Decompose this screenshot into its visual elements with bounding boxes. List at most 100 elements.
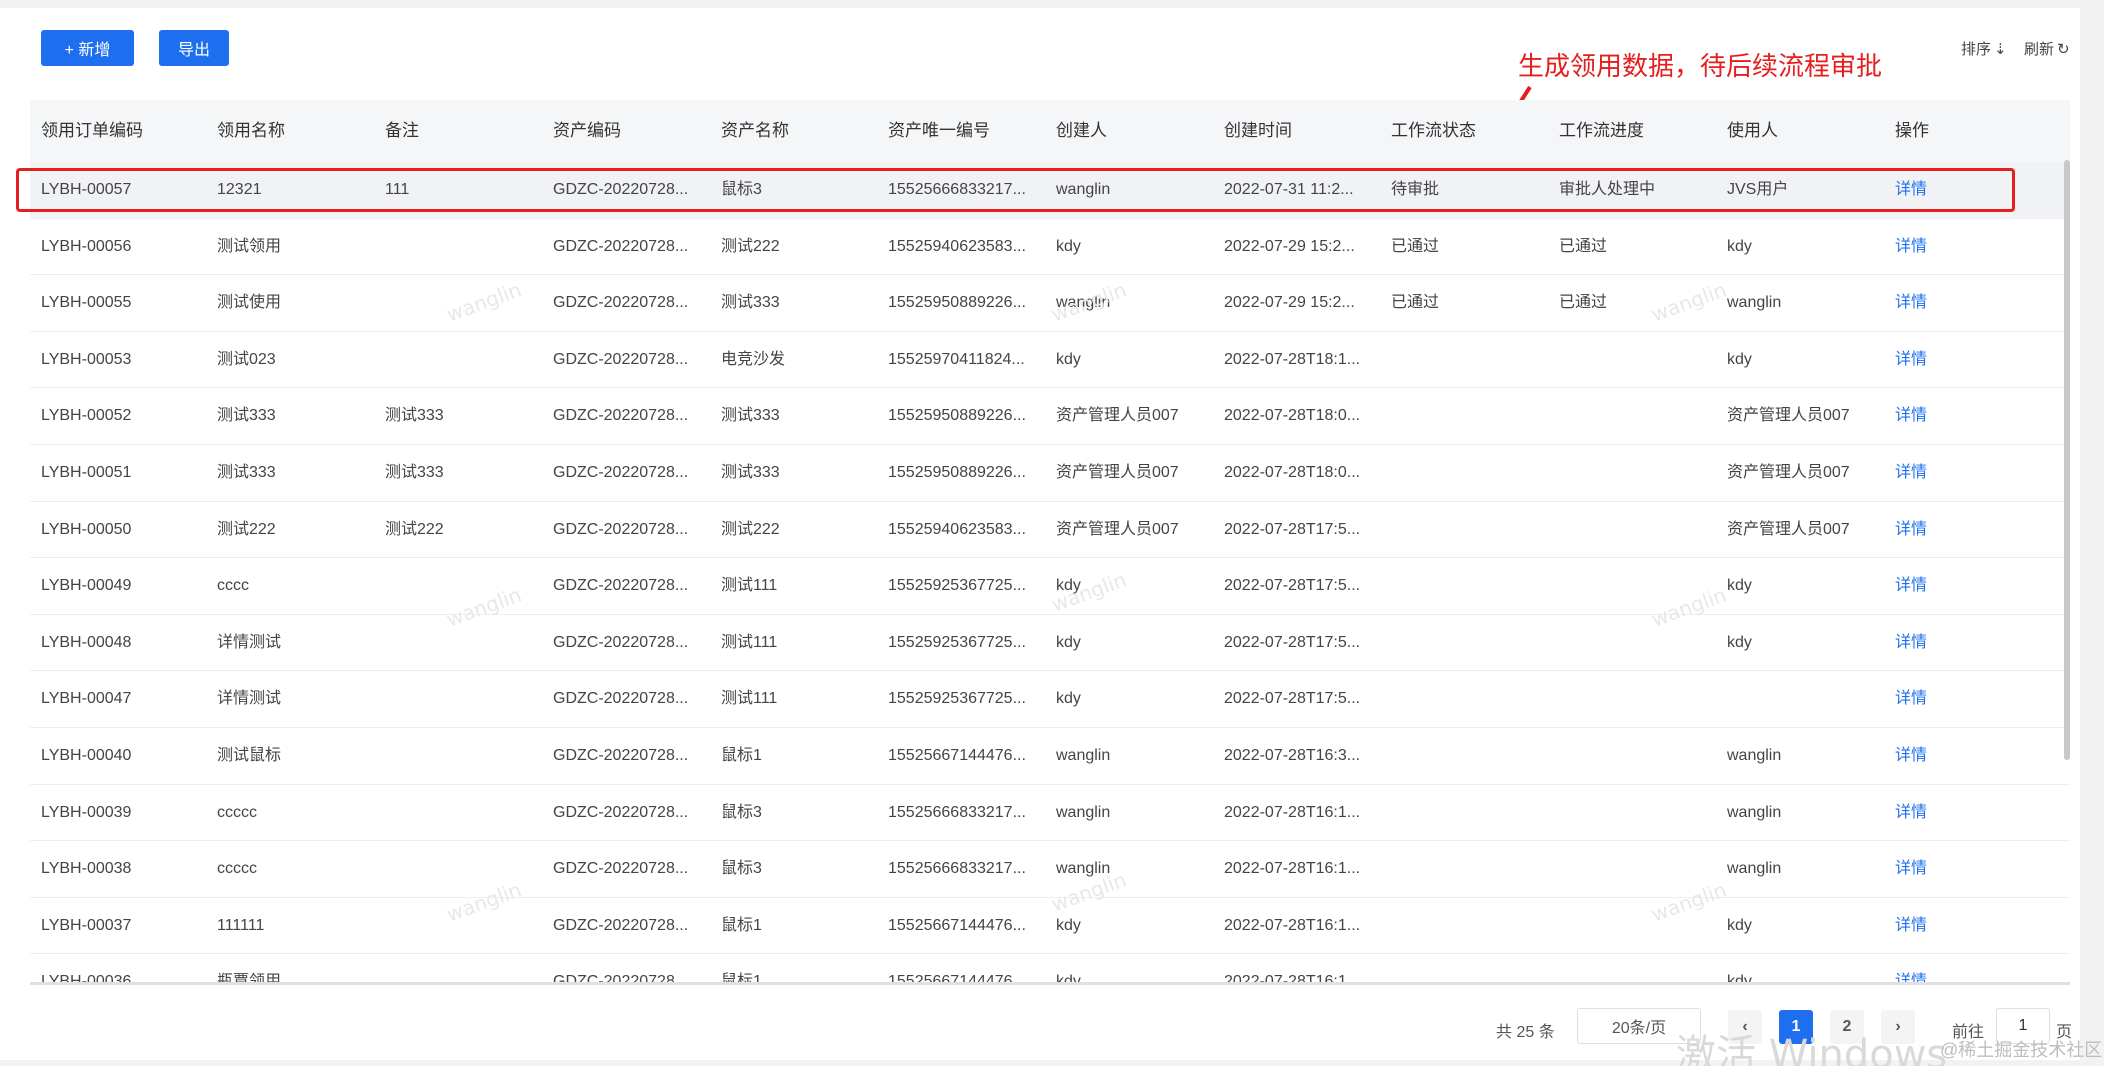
cell-create-time: 2022-07-28T17:5... xyxy=(1224,577,1361,595)
column-header-remark: 备注 xyxy=(385,121,419,140)
cell-create-time: 2022-07-28T17:5... xyxy=(1224,690,1361,708)
table-row[interactable]: LYBH-00049 cccc GDZC-20220728... 测试111 15525… xyxy=(30,558,2070,615)
column-header-user: 使用人 xyxy=(1727,121,1778,140)
cell-workflow-progress: 已通过 xyxy=(1559,294,1608,312)
table-row[interactable]: LYBH-00056 测试领用 GDZC-20220728... 测试222 15525… xyxy=(30,219,2070,276)
cell-use-name: 详情测试 xyxy=(217,690,282,708)
cell-asset-unique-no: 15525666833217... xyxy=(888,803,1026,821)
cell-use-name: 111111 xyxy=(217,916,265,934)
detail-link[interactable]: 详情 xyxy=(1895,219,1927,275)
table-row[interactable]: LYBH-00051 测试333 测试333 GDZC-20220728... 测试33… xyxy=(30,445,2070,502)
cell-creator: 资产管理人员007 xyxy=(1056,520,1179,538)
cell-creator: 资产管理人员007 xyxy=(1056,407,1179,425)
cell-asset-name: 鼠标3 xyxy=(721,803,762,821)
sort-button[interactable]: 排序 ⇣ xyxy=(1961,38,2007,59)
cell-asset-name: 鼠标1 xyxy=(721,916,762,934)
cell-order-code: LYBH-00051 xyxy=(41,464,132,481)
cell-use-name: 测试使用 xyxy=(217,294,282,312)
sort-label: 排序 xyxy=(1961,41,1992,58)
cell-asset-unique-no: 15525925367725... xyxy=(888,690,1026,708)
add-button[interactable]: + 新增 xyxy=(41,30,134,66)
cell-asset-code: GDZC-20220728... xyxy=(553,237,689,255)
column-header-workflow-progress: 工作流进度 xyxy=(1559,121,1644,140)
cell-asset-code: GDZC-20220728... xyxy=(553,973,689,982)
detail-link[interactable]: 详情 xyxy=(1895,671,1927,727)
cell-asset-code: GDZC-20220728... xyxy=(553,747,689,764)
cell-asset-name: 测试333 xyxy=(721,407,780,425)
cell-use-name: 测试鼠标 xyxy=(217,747,282,764)
cell-creator: kdy xyxy=(1056,237,1081,255)
table-row[interactable]: LYBH-00055 测试使用 GDZC-20220728... 测试333 15525… xyxy=(30,275,2070,332)
detail-link[interactable]: 详情 xyxy=(1895,388,1927,444)
detail-link[interactable]: 详情 xyxy=(1895,445,1927,501)
cell-use-name: 测试023 xyxy=(217,350,276,368)
column-header-create-time: 创建时间 xyxy=(1224,121,1292,140)
table-row[interactable]: LYBH-00039 ccccc GDZC-20220728... 鼠标3 155256… xyxy=(30,785,2070,842)
cell-asset-name: 测试111 xyxy=(721,577,778,595)
cell-user: kdy xyxy=(1727,973,1752,982)
cell-asset-code: GDZC-20220728... xyxy=(553,577,689,595)
cell-order-code: LYBH-00047 xyxy=(41,690,132,708)
sort-icon: ⇣ xyxy=(1994,40,2007,58)
table-row[interactable]: LYBH-00053 测试023 GDZC-20220728... 电竞沙发 15525… xyxy=(30,332,2070,389)
cell-creator: wanglin xyxy=(1056,860,1111,878)
cell-creator: kdy xyxy=(1056,350,1081,368)
detail-link[interactable]: 详情 xyxy=(1895,898,1927,954)
cell-asset-unique-no: 15525940623583... xyxy=(888,520,1026,538)
cell-asset-code: GDZC-20220728... xyxy=(553,916,689,934)
cell-use-name: 瓶覃领用 xyxy=(217,973,282,982)
cell-asset-name: 电竞沙发 xyxy=(721,350,786,368)
cell-create-time: 2022-07-28T16:1... xyxy=(1224,916,1361,934)
table-row[interactable]: LYBH-00047 详情测试 GDZC-20220728... 测试111 15525… xyxy=(30,671,2070,728)
cell-order-code: LYBH-00040 xyxy=(41,747,132,764)
detail-link[interactable]: 详情 xyxy=(1895,841,1927,897)
table-row[interactable]: LYBH-00036 瓶覃领用 GDZC-20220728... 鼠标1 1552566… xyxy=(30,954,2070,982)
cell-asset-name: 测试222 xyxy=(721,520,780,538)
cell-create-time: 2022-07-28T16:1... xyxy=(1224,973,1361,982)
cell-user: 资产管理人员007 xyxy=(1727,407,1850,425)
cell-creator: wanglin xyxy=(1056,294,1111,312)
table-row[interactable]: LYBH-00037 111111 GDZC-20220728... 鼠标1 15525… xyxy=(30,898,2070,955)
cell-asset-unique-no: 15525950889226... xyxy=(888,464,1026,481)
cell-user: wanglin xyxy=(1727,860,1782,878)
detail-link[interactable]: 详情 xyxy=(1895,275,1927,331)
table-row[interactable]: LYBH-00040 测试鼠标 GDZC-20220728... 鼠标1 1552566… xyxy=(30,728,2070,785)
cell-use-name: 测试333 xyxy=(217,464,276,481)
table-row[interactable]: LYBH-00038 ccccc GDZC-20220728... 鼠标3 155256… xyxy=(30,841,2070,898)
cell-create-time: 2022-07-28T18:0... xyxy=(1224,464,1361,481)
table-row[interactable]: LYBH-00052 测试333 测试333 GDZC-20220728... 测试33… xyxy=(30,388,2070,445)
cell-order-code: LYBH-00037 xyxy=(41,916,132,934)
cell-use-name: 详情测试 xyxy=(217,633,282,651)
cell-order-code: LYBH-00056 xyxy=(41,237,132,255)
cell-asset-unique-no: 15525950889226... xyxy=(888,294,1026,312)
cell-asset-code: GDZC-20220728... xyxy=(553,520,689,538)
cell-user: 资产管理人员007 xyxy=(1727,464,1850,481)
annotation-text: 生成领用数据，待后续流程审批 xyxy=(1518,52,1883,82)
horizontal-scrollbar[interactable] xyxy=(30,982,2070,985)
cell-asset-name: 测试222 xyxy=(721,237,780,255)
detail-link[interactable]: 详情 xyxy=(1895,785,1927,841)
export-button[interactable]: 导出 xyxy=(159,30,229,66)
table-row[interactable]: LYBH-00050 测试222 测试222 GDZC-20220728... 测试22… xyxy=(30,502,2070,559)
refresh-button[interactable]: 刷新 ↻ xyxy=(2024,38,2070,59)
detail-link[interactable]: 详情 xyxy=(1895,954,1927,982)
cell-order-code: LYBH-00036 xyxy=(41,973,132,982)
cell-asset-unique-no: 15525667144476... xyxy=(888,747,1026,764)
detail-link[interactable]: 详情 xyxy=(1895,728,1927,784)
data-table: 领用订单编码 领用名称 备注 资产编码 资产名称 资产唯一编号 创建人 创建时间 工作流状态 工作… xyxy=(30,100,2070,982)
cell-asset-name: 测试333 xyxy=(721,464,780,481)
cell-create-time: 2022-07-28T17:5... xyxy=(1224,520,1361,538)
table-row[interactable]: LYBH-00048 详情测试 GDZC-20220728... 测试111 15525… xyxy=(30,615,2070,672)
column-header-asset-unique-no: 资产唯一编号 xyxy=(888,121,990,140)
detail-link[interactable]: 详情 xyxy=(1895,615,1927,671)
vertical-scrollbar[interactable] xyxy=(2064,160,2070,760)
cell-user: kdy xyxy=(1727,577,1752,595)
cell-creator: kdy xyxy=(1056,916,1081,934)
detail-link[interactable]: 详情 xyxy=(1895,502,1927,558)
detail-link[interactable]: 详情 xyxy=(1895,332,1927,388)
refresh-label: 刷新 xyxy=(2024,41,2055,58)
cell-asset-unique-no: 15525666833217... xyxy=(888,860,1026,878)
detail-link[interactable]: 详情 xyxy=(1895,558,1927,614)
windows-activation-watermark: 激活 Windows xyxy=(1676,1032,1948,1066)
cell-asset-code: GDZC-20220728... xyxy=(553,633,689,651)
